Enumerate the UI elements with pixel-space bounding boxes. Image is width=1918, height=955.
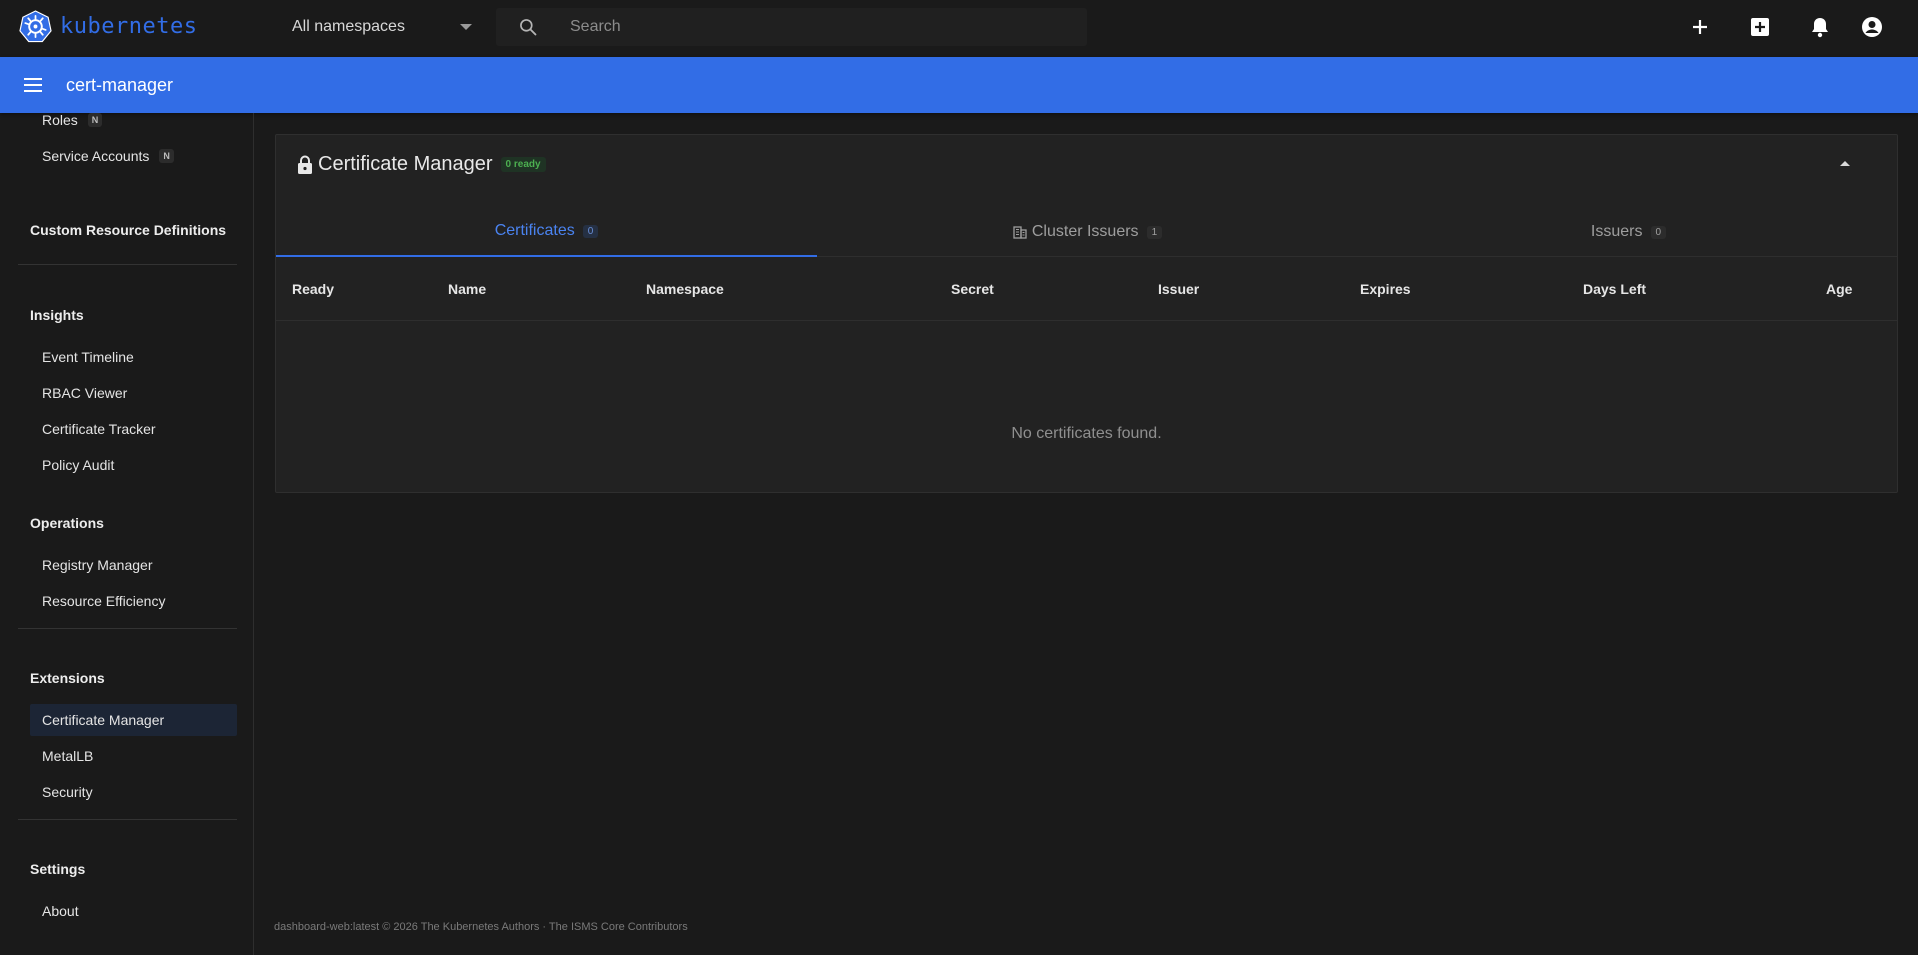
sidebar-item-security[interactable]: Security	[30, 776, 237, 808]
tab-count: 0	[1650, 225, 1667, 239]
column-header-secret[interactable]: Secret	[951, 258, 994, 321]
sidebar-item-about[interactable]: About	[30, 895, 237, 927]
column-header-expires[interactable]: Expires	[1360, 258, 1411, 321]
sidebar-item-label: Roles	[42, 112, 78, 128]
column-header-namespace[interactable]: Namespace	[646, 258, 724, 321]
domain-icon	[1013, 226, 1027, 239]
sidebar-item-service-accounts[interactable]: Service Accounts N	[30, 140, 237, 172]
sidebar-item-label: Registry Manager	[42, 557, 153, 573]
search-box[interactable]	[496, 8, 1087, 46]
certificate-manager-card: Certificate Manager 0 ready Certificates…	[275, 134, 1898, 493]
sidebar-item-resource-efficiency[interactable]: Resource Efficiency	[30, 585, 237, 617]
column-header-name[interactable]: Name	[448, 258, 486, 321]
tab-certificates[interactable]: Certificates 0	[276, 207, 817, 257]
tab-label: Issuers	[1590, 223, 1643, 240]
namespace-select[interactable]: All namespaces	[292, 0, 478, 53]
sidebar-item-label: About	[42, 903, 79, 919]
sidebar-item-label: Policy Audit	[42, 457, 115, 473]
sidebar-section-insights: Insights	[30, 307, 84, 323]
chevron-down-icon[interactable]	[460, 24, 472, 30]
page-header: cert-manager	[0, 57, 1918, 113]
sidebar-item-label: RBAC Viewer	[42, 385, 128, 401]
sidebar-item-certificate-manager[interactable]: Certificate Manager	[30, 704, 237, 736]
sidebar-item-label: Resource Efficiency	[42, 593, 166, 609]
sidebar-item-rbac-viewer[interactable]: RBAC Viewer	[30, 377, 237, 409]
tab-count: 1	[1146, 225, 1163, 239]
sidebar-item-certificate-tracker[interactable]: Certificate Tracker	[30, 413, 237, 445]
kubernetes-helm-icon	[19, 10, 52, 43]
sidebar-item-crds[interactable]: Custom Resource Definitions	[30, 222, 226, 238]
sidebar-divider	[18, 264, 237, 265]
ready-badge: 0 ready	[500, 157, 546, 172]
account-circle-icon[interactable]	[1859, 14, 1885, 40]
card-title-text: Certificate Manager	[318, 153, 493, 175]
namespaced-badge: N	[159, 149, 174, 163]
sidebar-item-event-timeline[interactable]: Event Timeline	[30, 341, 237, 373]
column-header-age[interactable]: Age	[1826, 258, 1852, 321]
kubernetes-logo[interactable]: kubernetes	[19, 10, 197, 43]
lock-icon	[298, 155, 312, 174]
tab-issuers[interactable]: Issuers 0	[1358, 207, 1899, 257]
empty-state-message: No certificates found.	[1011, 425, 1162, 442]
namespaced-badge: N	[87, 113, 103, 127]
column-header-issuer[interactable]: Issuer	[1158, 258, 1199, 321]
bell-icon[interactable]	[1807, 14, 1833, 40]
sidebar-item-label: Security	[42, 784, 93, 800]
column-header-ready[interactable]: Ready	[292, 258, 334, 321]
top-bar: kubernetes All namespaces	[0, 0, 1918, 57]
sidebar-item-roles[interactable]: Roles N	[30, 104, 237, 136]
sidebar-item-policy-audit[interactable]: Policy Audit	[30, 449, 237, 481]
namespace-selected-value: All namespaces	[292, 17, 405, 35]
tab-count: 0	[582, 224, 599, 238]
sidebar-section-extensions: Extensions	[30, 670, 105, 686]
search-input[interactable]	[570, 8, 1070, 46]
column-header-days-left[interactable]: Days Left	[1583, 258, 1646, 321]
sidebar-item-label: Event Timeline	[42, 349, 134, 365]
sidebar-item-label: Certificate Manager	[42, 712, 165, 728]
sidebar-item-label: Certificate Tracker	[42, 421, 156, 437]
footer-text: dashboard-web:latest © 2026 The Kubernet…	[274, 921, 688, 933]
sidebar-item-label: Service Accounts	[42, 148, 150, 164]
logo-text: kubernetes	[60, 14, 198, 39]
sidebar-divider	[18, 819, 237, 820]
sidebar-section-settings: Settings	[30, 861, 86, 877]
tab-label: Cluster Issuers	[1031, 223, 1139, 240]
card-title: Certificate Manager 0 ready	[296, 153, 546, 176]
add-box-icon[interactable]	[1747, 14, 1773, 40]
sidebar-item-metallb[interactable]: MetalLB	[30, 740, 237, 772]
plus-icon[interactable]	[1687, 14, 1713, 40]
sidebar-item-label: MetalLB	[42, 748, 94, 764]
tab-label: Certificates	[494, 222, 575, 239]
sidebar: Roles N Service Accounts N Custom Resour…	[0, 112, 254, 955]
sidebar-section-operations: Operations	[30, 515, 104, 531]
tab-bar: Certificates 0 Cluster Issuers 1 Issuers…	[276, 207, 1897, 257]
sidebar-item-registry-manager[interactable]: Registry Manager	[30, 549, 237, 581]
search-icon	[520, 19, 537, 36]
tab-cluster-issuers[interactable]: Cluster Issuers 1	[817, 207, 1358, 257]
chevron-up-icon[interactable]	[1840, 161, 1850, 166]
table-header: Ready Name Namespace Secret Issuer Expir…	[276, 258, 1897, 321]
sidebar-divider	[18, 628, 237, 629]
menu-icon[interactable]	[22, 75, 44, 95]
